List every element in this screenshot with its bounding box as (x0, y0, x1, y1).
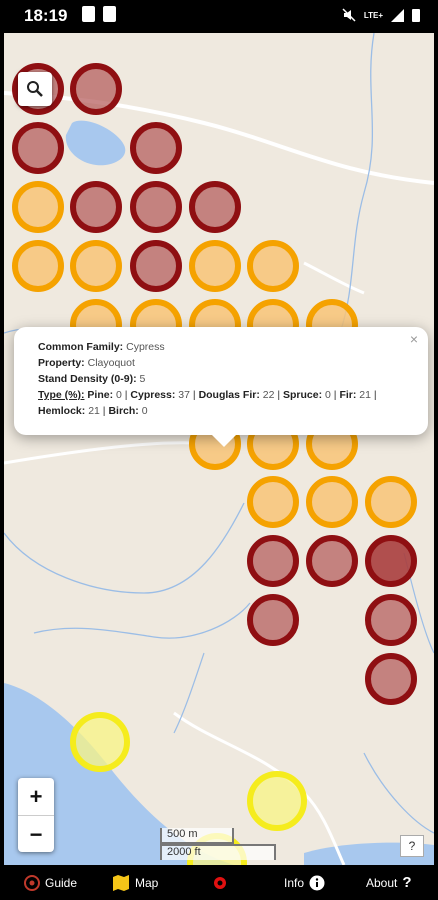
birch-value: 0 (141, 405, 148, 417)
hexbin-cell-high[interactable] (365, 535, 417, 587)
hexbin-cell-medium[interactable] (247, 240, 299, 292)
nav-map[interactable]: Map (112, 865, 158, 900)
fir-label: Fir: (339, 389, 357, 401)
hexbin-cell-medium[interactable] (365, 476, 417, 528)
network-type: LTE+ (363, 10, 383, 20)
nav-settings[interactable] (211, 865, 229, 900)
separator: | (277, 389, 281, 401)
nav-info[interactable]: Info (284, 865, 325, 900)
hexbin-cell-high[interactable] (70, 63, 122, 115)
hexbin-cell-low[interactable] (247, 771, 307, 831)
map-view[interactable]: × Common Family: Cypress Property: Clayo… (4, 33, 434, 865)
popup-close-button[interactable]: × (410, 331, 418, 347)
popup-type: Type (%): Pine: 0 | Cypress: 37 | Dougla… (38, 387, 404, 419)
type-label: Type (%): (38, 389, 85, 401)
douglas-fir-label: Douglas Fir: (198, 389, 260, 401)
zoom-control: + − (18, 778, 54, 852)
hexbin-cell-high[interactable] (306, 535, 358, 587)
hexbin-cell-medium[interactable] (12, 240, 64, 292)
pine-label: Pine: (87, 389, 114, 401)
nav-map-label: Map (135, 875, 159, 890)
zoom-in-button[interactable]: + (18, 778, 54, 816)
hexbin-cell-medium[interactable] (189, 240, 241, 292)
stand-info-popup: × Common Family: Cypress Property: Clayo… (14, 327, 428, 447)
hexbin-cell-high[interactable] (247, 594, 299, 646)
property-label: Property: (38, 357, 85, 369)
popup-tip (210, 433, 238, 447)
spruce-label: Spruce: (283, 389, 323, 401)
download-check-icon (103, 6, 116, 22)
hexbin-cell-high[interactable] (12, 122, 64, 174)
hemlock-label: Hemlock: (38, 405, 86, 417)
popup-stand-density: Stand Density (0-9): 5 (38, 371, 404, 387)
hexbin-cell-high[interactable] (189, 181, 241, 233)
popup-property: Property: Clayoquot (38, 355, 404, 371)
separator: | (124, 389, 128, 401)
zoom-out-button[interactable]: − (18, 816, 54, 853)
signal-icon (391, 8, 404, 22)
separator: | (102, 405, 106, 417)
scale-metric: 500 m (160, 828, 234, 844)
hexbin-cell-medium[interactable] (306, 476, 358, 528)
info-icon (309, 875, 325, 890)
battery-icon (412, 9, 420, 22)
bottom-nav: Guide Map Info About ? (0, 865, 438, 900)
hexbin-cell-high[interactable] (130, 122, 182, 174)
map-icon (113, 874, 129, 891)
separator: | (373, 389, 377, 401)
cypress-label: Cypress: (130, 389, 176, 401)
nav-info-label: Info (284, 875, 305, 890)
common-family-value: Cypress (126, 341, 165, 353)
hexbin-cell-medium[interactable] (12, 181, 64, 233)
spruce-value: 0 (325, 389, 331, 401)
status-time: 18:19 (24, 6, 68, 25)
search-icon (27, 81, 43, 97)
birch-label: Birch: (108, 405, 139, 417)
search-button[interactable] (18, 72, 52, 106)
common-family-label: Common Family: (38, 341, 124, 353)
hexbin-cell-high[interactable] (365, 594, 417, 646)
property-value: Clayoquot (87, 357, 135, 369)
cypress-value: 37 (178, 389, 190, 401)
hexbin-cell-high[interactable] (130, 240, 182, 292)
nav-guide[interactable]: Guide (24, 865, 77, 900)
popup-common-family: Common Family: Cypress (38, 339, 404, 355)
stand-density-label: Stand Density (0-9): (38, 373, 137, 385)
hemlock-value: 21 (88, 405, 100, 417)
question-icon: ? (402, 874, 412, 891)
hexbin-cell-high[interactable] (130, 181, 182, 233)
stand-density-value: 5 (139, 373, 146, 385)
nav-guide-label: Guide (45, 875, 78, 890)
pine-value: 0 (116, 389, 122, 401)
nav-about[interactable]: About ? (366, 865, 412, 900)
gear-icon (214, 876, 226, 889)
status-bar: 18:19 LTE+ (0, 0, 438, 33)
shopping-bag-icon (82, 6, 95, 22)
mute-icon (342, 8, 356, 22)
hexbin-cell-high[interactable] (365, 653, 417, 705)
separator: | (192, 389, 196, 401)
hexbin-cell-medium[interactable] (70, 240, 122, 292)
map-help-button[interactable]: ? (400, 835, 424, 857)
nav-about-label: About (366, 875, 398, 890)
hexbin-cell-high[interactable] (70, 181, 122, 233)
hexbin-cell-low[interactable] (70, 712, 130, 772)
compass-icon (24, 874, 40, 891)
hexbin-cell-high[interactable] (247, 535, 299, 587)
hexbin-cell-medium[interactable] (247, 476, 299, 528)
douglas-fir-value: 22 (262, 389, 275, 401)
scale-imperial: 2000 ft (160, 844, 276, 860)
separator: | (333, 389, 337, 401)
fir-value: 21 (359, 389, 371, 401)
